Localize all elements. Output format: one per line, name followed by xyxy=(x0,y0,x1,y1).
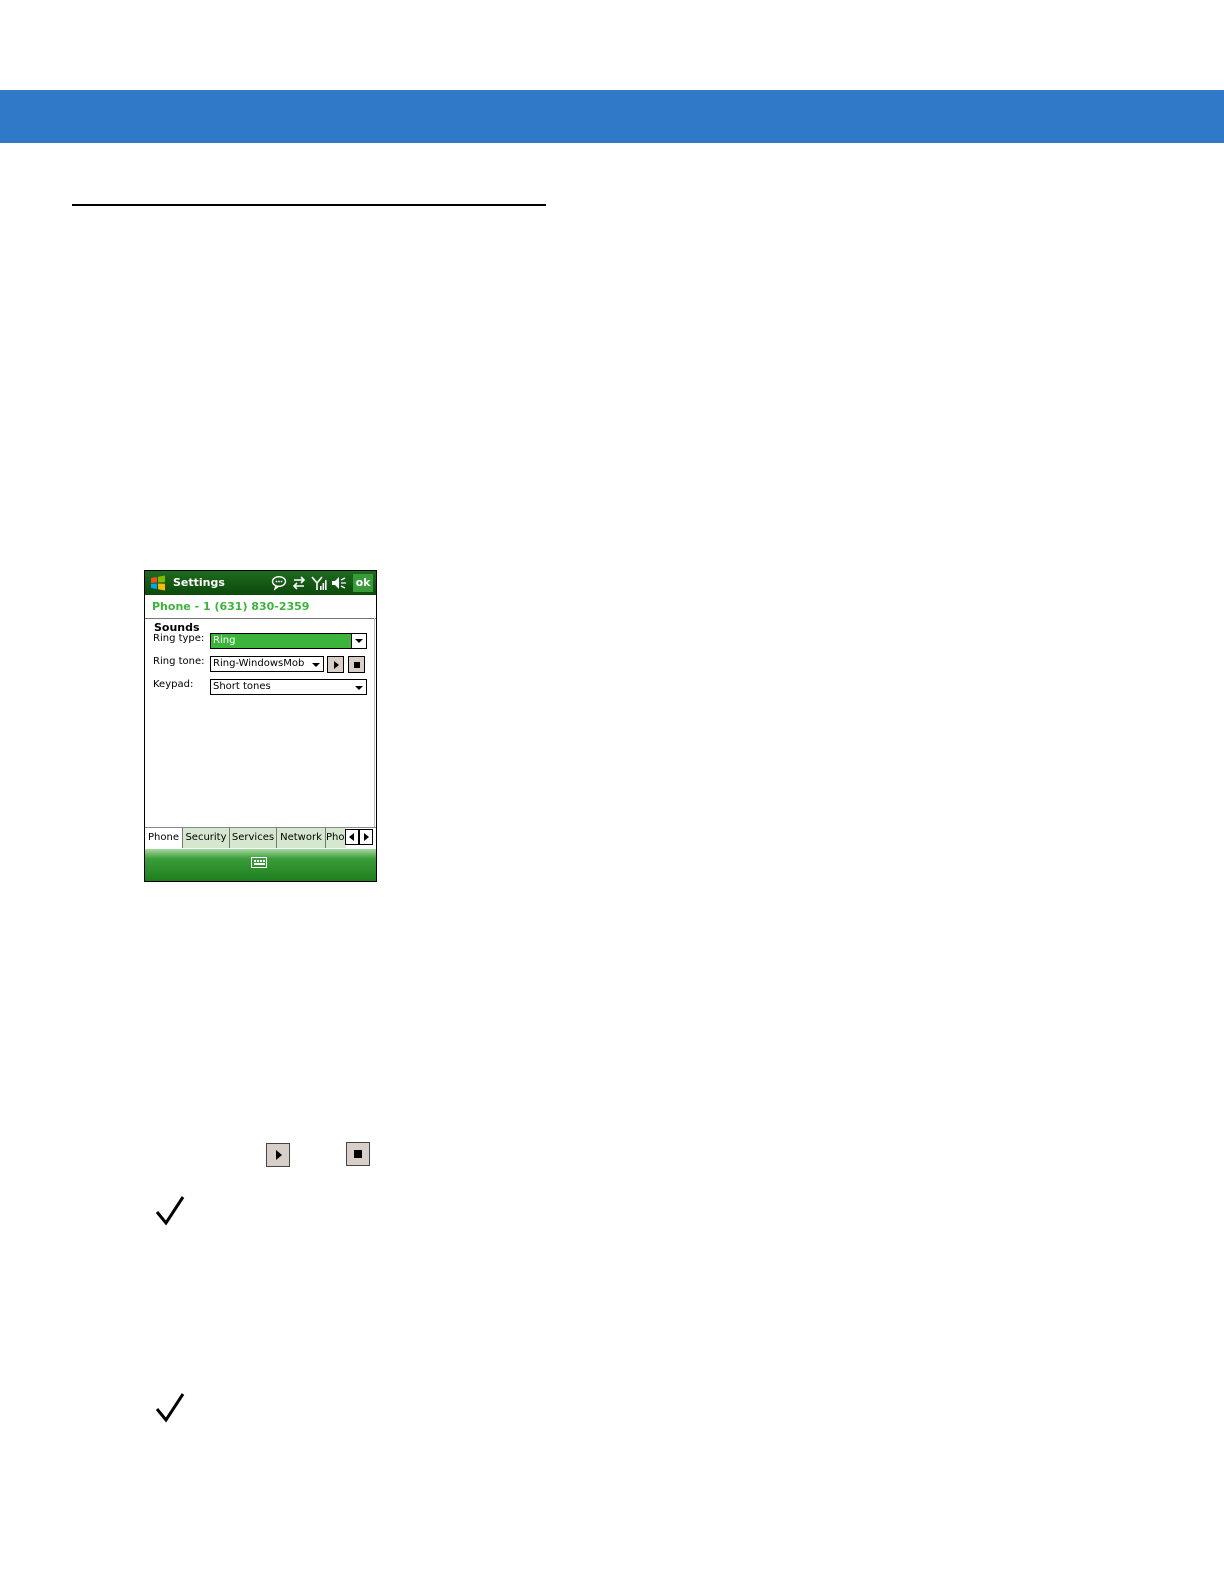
tab-phone[interactable]: Phone xyxy=(145,828,183,848)
note-checkmark-icon xyxy=(155,1196,185,1226)
play-button-reference xyxy=(266,1143,290,1167)
keypad-label: Keypad: xyxy=(153,679,194,690)
chevron-down-icon xyxy=(355,639,363,643)
keyboard-icon[interactable] xyxy=(251,857,267,868)
device-screenshot: Settings ok Phone - 1 (631) 830-2359 Sou… xyxy=(144,570,377,882)
stop-button-reference xyxy=(346,1142,370,1166)
tab-security[interactable]: Security xyxy=(183,828,230,848)
signal-icon[interactable] xyxy=(311,575,327,591)
play-button[interactable] xyxy=(327,656,344,673)
phone-subheader: Phone - 1 (631) 830-2359 xyxy=(145,595,376,619)
play-icon xyxy=(334,661,339,669)
keypad-dropdown[interactable]: Short tones xyxy=(210,679,367,695)
sync-arrows-icon[interactable] xyxy=(291,575,307,591)
windows-start-icon[interactable] xyxy=(149,574,167,592)
play-icon xyxy=(276,1150,282,1160)
phone-number-title: Phone - 1 (631) 830-2359 xyxy=(152,600,310,613)
ring-tone-dropdown[interactable]: Ring-WindowsMob xyxy=(210,656,324,672)
ring-type-arrow-box[interactable] xyxy=(351,634,366,648)
message-bubble-icon[interactable] xyxy=(271,575,287,591)
speaker-muted-icon[interactable] xyxy=(331,575,347,591)
chevron-down-icon xyxy=(355,686,363,690)
ok-button[interactable]: ok xyxy=(353,574,373,592)
tab-scroll-right[interactable] xyxy=(359,829,373,845)
title-bar: Settings ok xyxy=(145,571,376,595)
chevron-left-icon xyxy=(349,833,354,841)
keypad-value: Short tones xyxy=(213,681,271,692)
ring-tone-label: Ring tone: xyxy=(153,656,205,667)
note-checkmark-icon xyxy=(155,1393,185,1423)
ring-type-label: Ring type: xyxy=(153,633,205,644)
stop-icon xyxy=(354,1150,362,1158)
tab-phone-more[interactable]: Pho xyxy=(326,828,346,848)
section-divider xyxy=(72,204,546,206)
ring-type-dropdown[interactable]: Ring xyxy=(210,633,367,649)
chevron-right-icon xyxy=(364,833,369,841)
tab-scroll-left[interactable] xyxy=(345,829,359,845)
scroll-track xyxy=(374,618,375,828)
header-banner xyxy=(0,90,1224,143)
chevron-down-icon xyxy=(312,663,320,667)
tab-strip: Phone Security Services Network Pho xyxy=(145,827,376,848)
soft-key-bar xyxy=(145,849,376,881)
tab-services[interactable]: Services xyxy=(230,828,277,848)
stop-icon xyxy=(354,662,360,668)
ring-type-value: Ring xyxy=(213,635,236,646)
ring-tone-value: Ring-WindowsMob xyxy=(213,658,305,669)
stop-button[interactable] xyxy=(348,656,365,673)
window-title: Settings xyxy=(173,576,225,589)
tab-network[interactable]: Network xyxy=(277,828,326,848)
